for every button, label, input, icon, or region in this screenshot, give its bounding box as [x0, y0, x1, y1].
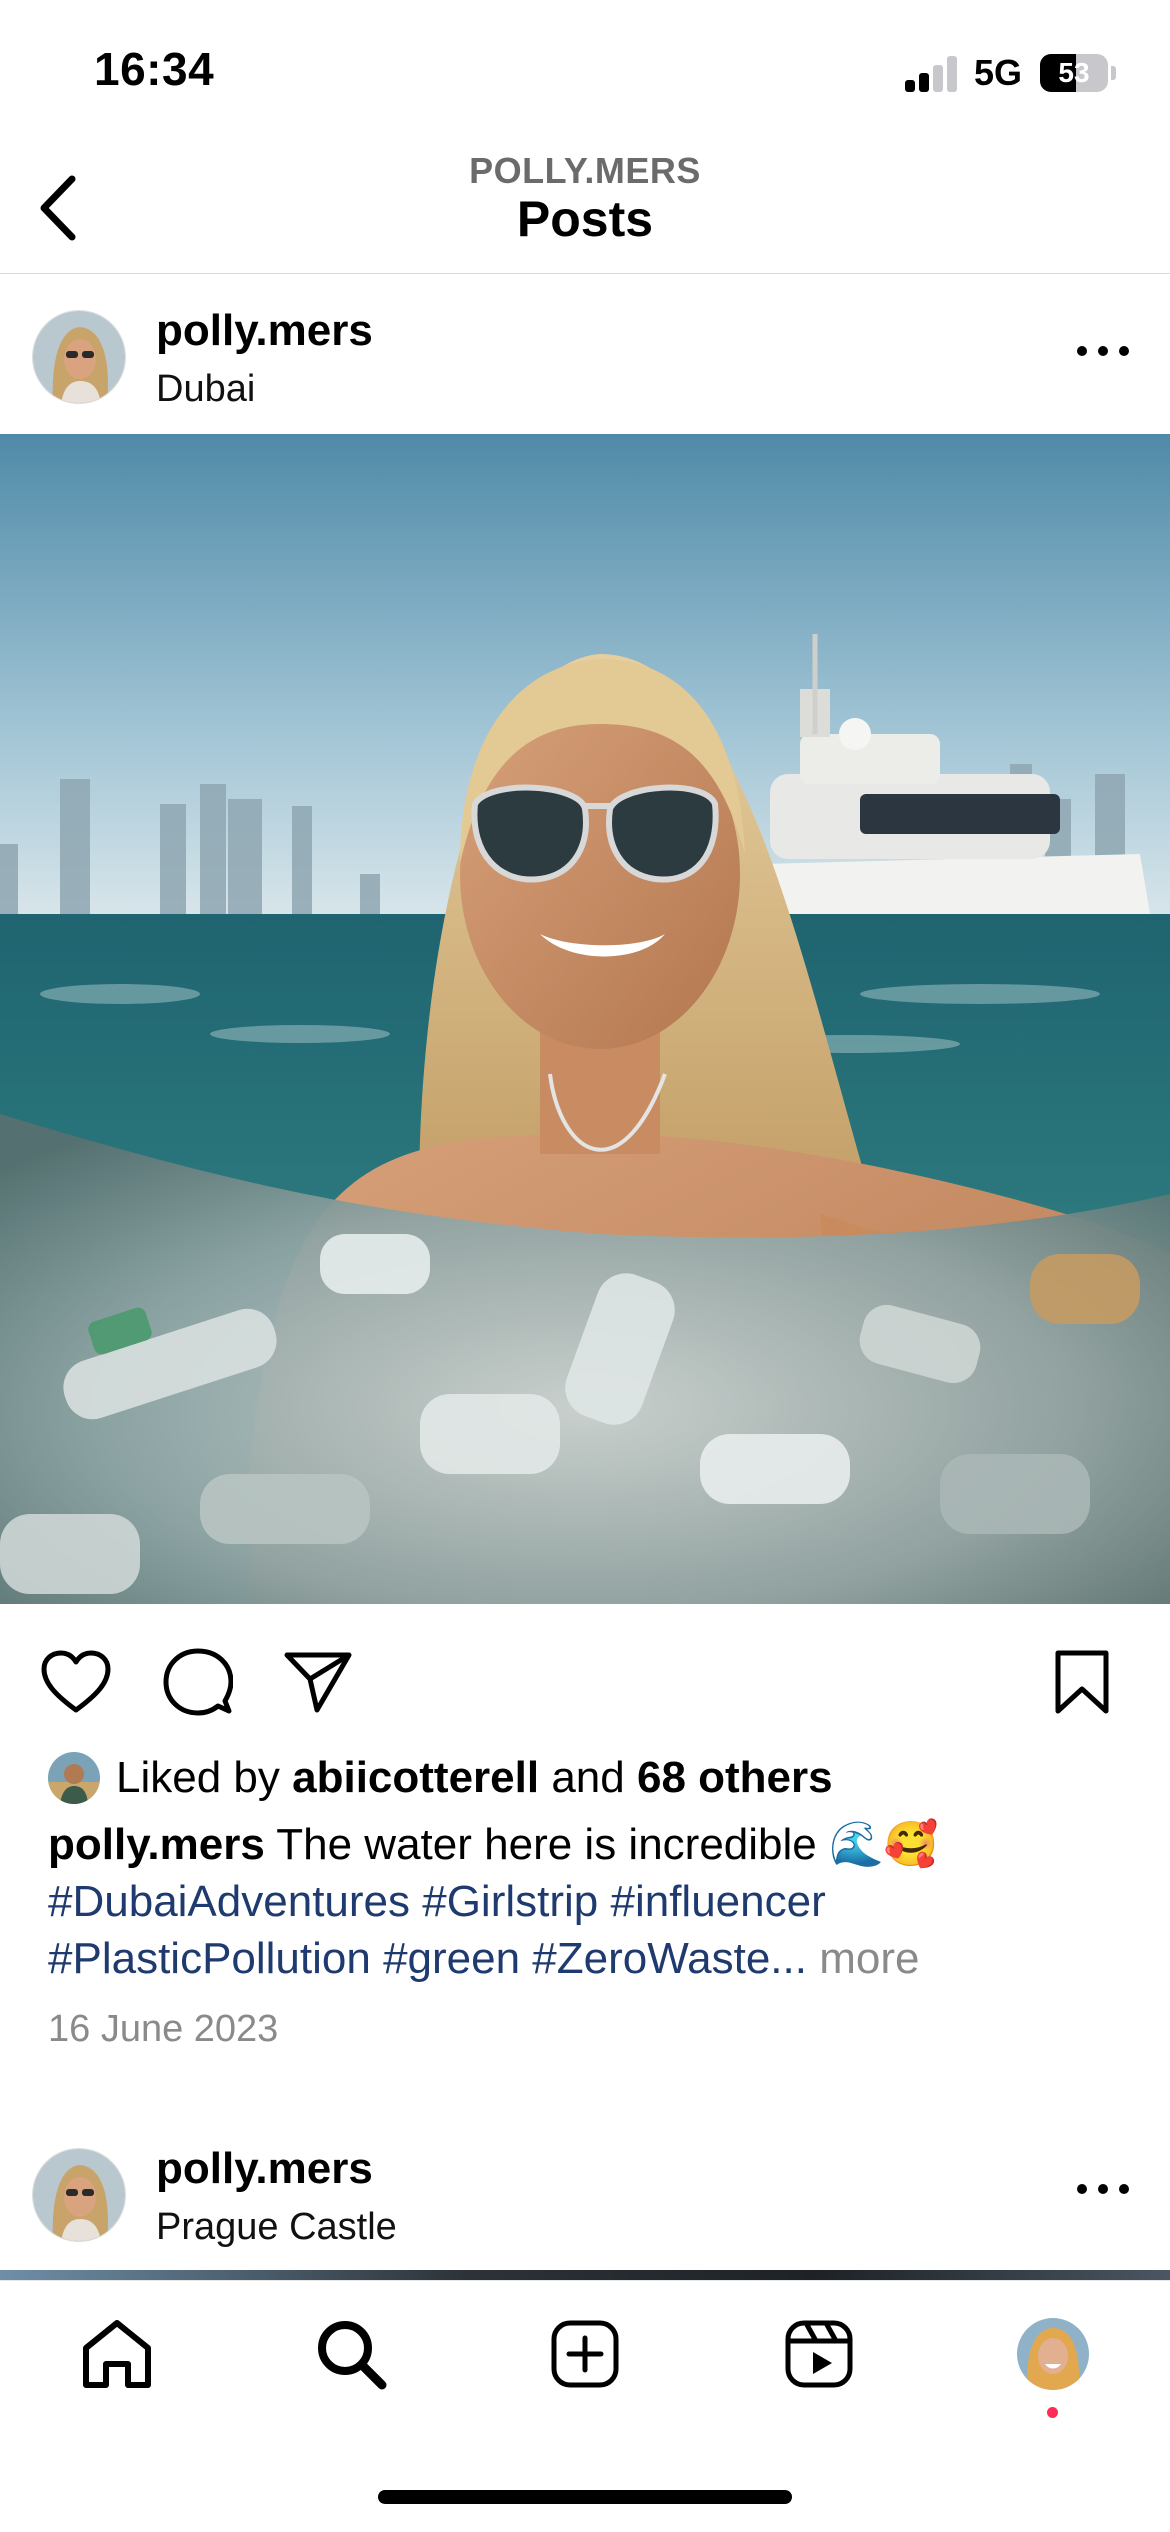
nav-home[interactable] [72, 2309, 162, 2399]
nav-reels[interactable] [774, 2309, 864, 2399]
liked-by-and: and [551, 1753, 625, 1802]
caption-hashtags-line2[interactable]: #PlasticPollution #green #ZeroWaste... [48, 1934, 807, 1983]
create-icon [551, 2320, 619, 2388]
header-username: POLLY.MERS [469, 150, 701, 191]
page-title: Posts [516, 191, 654, 247]
likes-summary[interactable]: Liked by abiicotterell and 68 others [48, 1752, 833, 1804]
post-caption: polly.mers The water here is incredible … [48, 1816, 1128, 1987]
reels-icon [785, 2320, 853, 2388]
liker-avatar [48, 1752, 100, 1804]
comment-button[interactable] [158, 1642, 238, 1722]
nav-create[interactable] [540, 2309, 630, 2399]
cellular-signal-icon [905, 56, 959, 92]
like-button[interactable] [36, 1642, 116, 1722]
status-time: 16:34 [94, 43, 215, 95]
post-options-button[interactable] [1068, 326, 1138, 376]
next-post-photo-edge [0, 2270, 1170, 2280]
caption-text: The water here is incredible 🌊🥰 [276, 1820, 939, 1869]
profile-avatar [1017, 2318, 1089, 2390]
post-image [0, 434, 1170, 1604]
nav-profile[interactable] [1008, 2309, 1098, 2399]
comment-icon [163, 1648, 233, 1716]
bottom-nav [0, 2280, 1170, 2430]
post-header: polly.mers Dubai [0, 276, 1170, 436]
nav-search[interactable] [306, 2309, 396, 2399]
post-header: polly.mers Prague Castle [0, 2114, 1170, 2274]
battery-icon: 53 [1040, 54, 1108, 92]
avatar[interactable] [32, 2148, 126, 2242]
liked-by-user[interactable]: abiicotterell [292, 1753, 539, 1803]
battery-percent: 53 [1058, 57, 1090, 88]
home-icon [83, 2320, 151, 2388]
page-header: POLLY.MERS Posts [0, 150, 1170, 274]
save-button[interactable] [1042, 1642, 1122, 1722]
ellipsis-icon [1077, 2184, 1129, 2194]
post-username[interactable]: polly.mers [156, 306, 373, 356]
send-icon [284, 1652, 352, 1713]
caption-more-link[interactable]: more [819, 1934, 919, 1983]
liked-by-prefix: Liked by [116, 1753, 280, 1802]
network-type: 5G [974, 52, 1023, 93]
notification-dot [1047, 2407, 1058, 2418]
post-options-button[interactable] [1068, 2164, 1138, 2214]
post-photo[interactable] [0, 434, 1170, 1604]
post-username[interactable]: polly.mers [156, 2144, 373, 2194]
ellipsis-icon [1077, 346, 1129, 356]
caption-line: polly.mers The water here is incredible … [48, 1816, 1128, 1873]
heart-icon [41, 1650, 111, 1713]
post-location[interactable]: Dubai [156, 368, 255, 411]
bookmark-icon [1055, 1650, 1109, 1714]
share-button[interactable] [278, 1642, 358, 1722]
caption-hashtags-line1[interactable]: #DubaiAdventures #Girlstrip #influencer [48, 1873, 1128, 1930]
avatar[interactable] [32, 310, 126, 404]
status-bar: 16:34 5G 53 [0, 0, 1170, 150]
caption-username[interactable]: polly.mers [48, 1820, 265, 1869]
post-location[interactable]: Prague Castle [156, 2206, 397, 2249]
liked-by-others[interactable]: 68 others [637, 1753, 833, 1803]
search-icon [318, 2321, 387, 2390]
home-indicator [378, 2490, 792, 2504]
battery-tip [1111, 66, 1116, 80]
post-date: 16 June 2023 [48, 2008, 279, 2050]
post-actions [0, 1624, 1170, 1734]
